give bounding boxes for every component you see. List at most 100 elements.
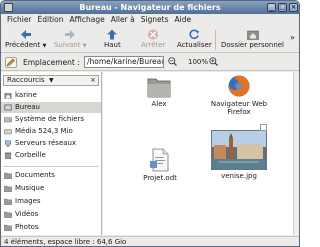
file-manager-window: Bureau - Navigateur de fichiers _ □ × Fi… — [0, 0, 300, 247]
home-icon — [4, 93, 12, 99]
sidebar-item-photos[interactable]: Photos — [1, 222, 101, 233]
menu-bar: Fichier Édition Affichage Aller à Signet… — [1, 14, 299, 26]
toolbar-separator — [215, 30, 216, 50]
location-input[interactable]: /home/karine/Bureau — [84, 56, 164, 68]
sidebar-item-label: Musique — [15, 184, 45, 192]
file-item-alex[interactable]: Alex — [139, 76, 179, 108]
sidebar-item-karine[interactable]: karine — [1, 90, 101, 101]
desktop-icon — [4, 104, 12, 111]
menu-aide[interactable]: Aide — [175, 14, 192, 26]
file-view[interactable]: Alex Navigateur Web Firefox Projet.odt v… — [103, 72, 299, 235]
sidebar: Raccourcis ▼ × karine Bureau Système de … — [1, 72, 102, 235]
pencil-icon — [6, 58, 16, 67]
folder-icon — [4, 185, 12, 192]
file-name: venise.jpg — [221, 172, 257, 180]
arrow-left-icon — [20, 30, 31, 39]
arrow-up-icon — [107, 29, 118, 40]
minimize-icon[interactable]: _ — [267, 3, 276, 12]
toolbar: Précédent ▼ Suivant ▼ Haut Arrêter Actua… — [1, 27, 299, 53]
menu-affichage[interactable]: Affichage — [69, 14, 104, 26]
forward-label: Suivant — [54, 41, 81, 49]
sidebar-item-label: karine — [15, 91, 37, 99]
sidebar-item-label: Photos — [15, 223, 39, 231]
stop-button[interactable]: Arrêter — [141, 29, 166, 49]
sidebar-item-label: Serveurs réseaux — [15, 139, 77, 147]
emblem-icon — [260, 124, 267, 131]
sidebar-item-label: Documents — [15, 171, 55, 179]
status-text: 4 éléments, espace libre : 64,6 Gio — [4, 238, 127, 246]
location-label: Emplacement : — [23, 58, 80, 67]
firefox-icon — [228, 75, 250, 97]
sidebar-item-label: Vidéos — [15, 210, 39, 218]
sidebar-item-label: Système de fichiers — [15, 115, 85, 123]
maximize-icon[interactable]: □ — [278, 3, 287, 12]
zoom-out-icon[interactable] — [168, 57, 177, 66]
image-thumbnail-icon — [210, 129, 268, 171]
back-button[interactable]: Précédent ▼ — [5, 29, 46, 49]
sidebar-item-filesystem[interactable]: Système de fichiers — [1, 114, 101, 125]
sidebar-item-label: Images — [15, 197, 41, 205]
sidebar-divider — [3, 166, 99, 167]
vertical-scrollbar[interactable] — [293, 72, 299, 235]
toolbar-overflow-icon[interactable]: » — [290, 33, 295, 42]
reload-button[interactable]: Actualiser — [177, 29, 212, 49]
stop-label: Arrêter — [141, 41, 166, 49]
forward-button[interactable]: Suivant ▼ — [54, 29, 87, 49]
sidebar-item-images[interactable]: Images — [1, 196, 101, 207]
folder-icon — [4, 224, 12, 231]
sidebar-title: Raccourcis — [7, 76, 45, 84]
file-item-firefox[interactable]: Navigateur Web Firefox — [209, 74, 269, 116]
file-name: Projet.odt — [143, 174, 177, 182]
home-button[interactable]: Dossier personnel — [221, 29, 284, 49]
home-label: Dossier personnel — [221, 41, 285, 49]
close-sidebar-icon[interactable]: × — [90, 76, 96, 85]
zoom-in-icon[interactable] — [209, 57, 218, 66]
location-bar: Emplacement : /home/karine/Bureau 100% — [1, 54, 299, 71]
sidebar-item-videos[interactable]: Vidéos — [1, 209, 101, 220]
document-icon — [150, 148, 169, 172]
file-name: Navigateur Web Firefox — [210, 100, 268, 116]
arrow-right-icon — [65, 30, 76, 39]
reload-icon — [189, 29, 200, 40]
menu-edition[interactable]: Édition — [38, 14, 64, 26]
folder-icon — [4, 198, 12, 205]
close-window-icon[interactable]: × — [289, 3, 298, 12]
sidebar-item-documents[interactable]: Documents — [1, 170, 101, 181]
sidebar-item-media[interactable]: Média 524,3 Mio — [1, 126, 101, 137]
folder-icon — [4, 211, 12, 218]
home-folder-icon — [246, 30, 259, 40]
menu-fichier[interactable]: Fichier — [7, 14, 32, 26]
window-title: Bureau - Navigateur de fichiers — [79, 3, 221, 12]
drive-icon — [4, 129, 12, 135]
network-icon — [5, 140, 11, 147]
reload-label: Actualiser — [177, 41, 212, 49]
sidebar-item-bureau[interactable]: Bureau — [1, 102, 101, 113]
folder-icon — [147, 78, 171, 98]
forward-dropdown-icon[interactable]: ▼ — [83, 43, 87, 49]
file-item-projet[interactable]: Projet.odt — [139, 148, 181, 182]
back-label: Précédent — [5, 41, 41, 49]
folder-icon — [4, 172, 12, 179]
sidebar-selector[interactable]: Raccourcis ▼ × — [3, 75, 99, 86]
trash-icon — [4, 152, 12, 159]
sidebar-item-label: Corbeille — [15, 151, 46, 159]
sidebar-item-label: Média 524,3 Mio — [15, 127, 73, 135]
harddisk-icon — [4, 117, 12, 123]
chevron-down-icon[interactable]: ▼ — [49, 76, 54, 85]
zoom-level[interactable]: 100% — [188, 58, 208, 66]
title-bar[interactable]: Bureau - Navigateur de fichiers _ □ × — [1, 1, 299, 14]
menu-signets[interactable]: Signets — [141, 14, 169, 26]
back-dropdown-icon[interactable]: ▼ — [42, 43, 46, 49]
up-button[interactable]: Haut — [104, 29, 121, 49]
edit-location-button[interactable] — [5, 57, 17, 68]
sidebar-item-label: Bureau — [15, 103, 40, 111]
stop-icon — [148, 29, 159, 40]
file-item-venise[interactable]: venise.jpg — [208, 124, 270, 180]
sidebar-item-trash[interactable]: Corbeille — [1, 150, 101, 161]
up-label: Haut — [104, 41, 121, 49]
sidebar-item-network[interactable]: Serveurs réseaux — [1, 138, 101, 149]
file-name: Alex — [151, 100, 167, 108]
menu-aller-a[interactable]: Aller à — [111, 14, 135, 26]
app-icon[interactable] — [4, 3, 13, 12]
sidebar-item-musique[interactable]: Musique — [1, 183, 101, 194]
